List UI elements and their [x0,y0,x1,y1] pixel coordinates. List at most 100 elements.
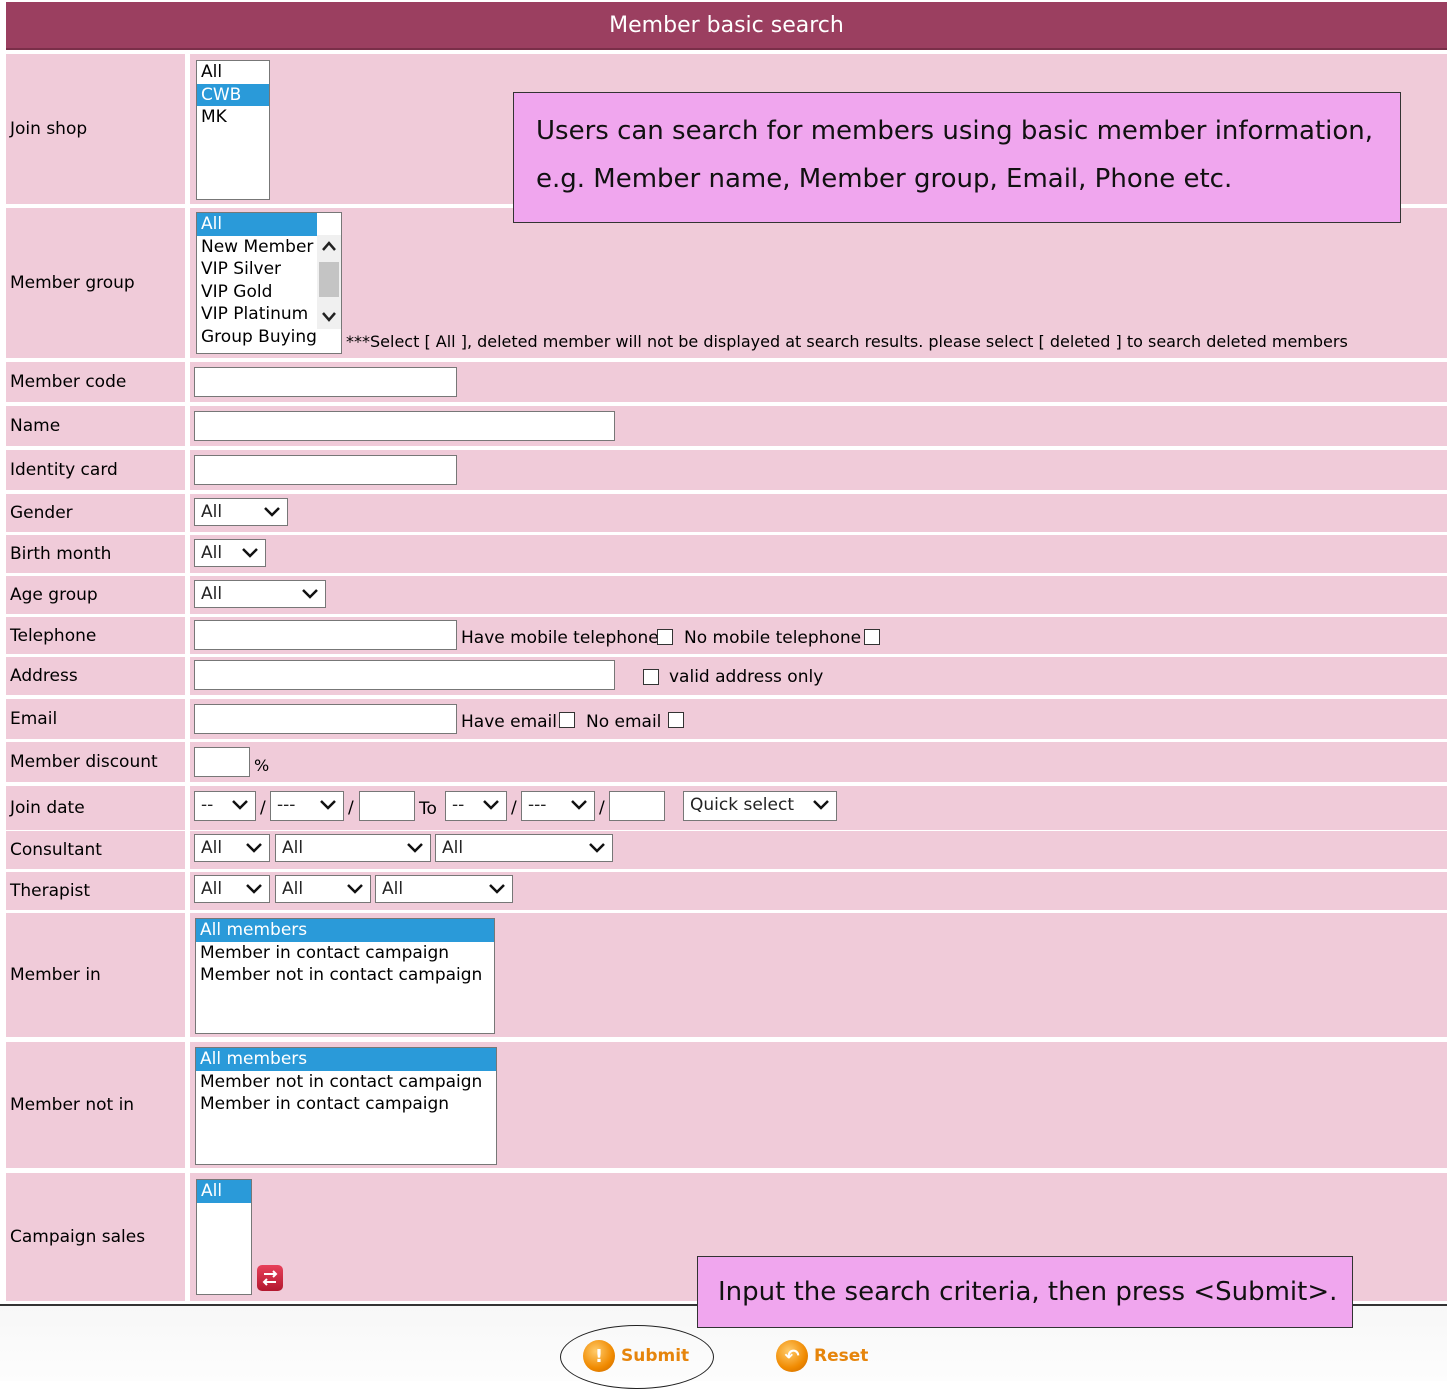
member-not-in-listbox[interactable]: All members Member not in contact campai… [195,1047,497,1165]
age-group-label: Age group [6,576,185,614]
consultant-select-3[interactable]: All [435,834,613,862]
consultant-value-2: All [282,838,304,858]
age-group-value: All [201,584,223,604]
from-day-select[interactable]: -- [194,791,256,821]
chevron-down-icon [346,879,364,899]
list-option[interactable]: All members [196,919,494,942]
member-group-listbox[interactable]: All New Member VIP Silver VIP Gold VIP P… [196,212,342,354]
campaign-sales-listbox[interactable]: All [196,1179,252,1295]
chevron-down-icon [588,838,606,858]
consultant-value-3: All [442,838,464,858]
have-email-label: Have email [461,712,558,732]
member-in-listbox[interactable]: All members Member in contact campaign M… [195,918,495,1034]
list-option[interactable]: CWB [197,83,269,106]
have-mobile-checkbox[interactable] [657,629,673,645]
identity-card-input[interactable] [194,455,457,485]
consultant-select-1[interactable]: All [194,834,270,862]
row-address: Address valid address only [6,657,1447,695]
address-input[interactable] [194,660,615,690]
to-day-select[interactable]: -- [445,791,507,821]
chevron-down-icon [245,838,263,858]
from-month-select[interactable]: --- [270,791,344,821]
consultant-select-2[interactable]: All [275,834,431,862]
quick-select-dropdown[interactable]: Quick select [683,791,837,821]
chevron-down-icon [319,795,337,815]
row-name: Name [6,406,1447,446]
page-title: Member basic search [6,2,1447,50]
list-option[interactable]: New Member [197,236,317,259]
therapist-value-3: All [382,879,404,899]
list-option[interactable]: Group Buying [197,326,317,349]
chevron-down-icon [812,795,830,815]
no-email-checkbox[interactable] [668,712,684,728]
gender-label: Gender [6,494,185,532]
row-birth-month: Birth month All [6,535,1447,573]
row-telephone: Telephone Have mobile telephone No mobil… [6,617,1447,654]
to-year-input[interactable] [609,791,665,821]
therapist-value-1: All [201,879,223,899]
member-code-input[interactable] [194,367,457,397]
list-option[interactable]: Member not in contact campaign [196,964,494,987]
age-group-select[interactable]: All [194,580,326,608]
address-label: Address [6,657,185,695]
email-input[interactable] [194,704,457,734]
list-option[interactable]: All [197,1180,251,1203]
list-option[interactable]: Member in contact campaign [196,942,494,965]
submit-label: Submit [621,1346,690,1366]
chevron-down-icon [231,795,249,815]
list-option[interactable]: VIP Platinum [197,303,317,326]
member-discount-label: Member discount [6,742,185,782]
to-month-select[interactable]: --- [521,791,595,821]
chevron-down-icon [488,879,506,899]
date-separator: / [260,798,266,818]
no-mobile-checkbox[interactable] [864,629,880,645]
swap-button[interactable] [257,1265,283,1291]
from-month-value: --- [277,795,296,815]
date-separator: / [511,798,517,818]
chevron-down-icon [245,879,263,899]
to-label: To [419,799,437,819]
therapist-select-1[interactable]: All [194,875,270,903]
swap-icon [262,1270,278,1286]
list-option[interactable]: MK [197,106,269,129]
callout-line: Users can search for members using basic… [536,116,1374,146]
therapist-select-2[interactable]: All [275,875,371,903]
row-member-in: Member in All members Member in contact … [6,913,1447,1037]
gender-select[interactable]: All [194,498,288,526]
to-month-value: --- [528,795,547,815]
row-join-date: Join date -- / --- / To -- / --- / Quick… [6,786,1447,830]
member-discount-input[interactable] [194,747,250,777]
row-identity-card: Identity card [6,450,1447,490]
telephone-input[interactable] [194,620,457,650]
list-option[interactable]: VIP Silver [197,258,317,281]
row-age-group: Age group All [6,576,1447,614]
submit-button[interactable]: ! Submit [583,1340,689,1372]
join-shop-listbox[interactable]: All CWB MK [196,60,270,200]
chevron-down-icon [482,795,500,815]
list-option[interactable]: VIP Gold [197,281,317,304]
list-option[interactable]: Member not in contact campaign [196,1071,496,1094]
reset-label: Reset [814,1346,869,1366]
list-option[interactable]: All members [196,1048,496,1071]
member-not-in-label: Member not in [6,1042,185,1168]
have-email-checkbox[interactable] [559,712,575,728]
list-option[interactable]: All [197,213,317,236]
callout-line: e.g. Member name, Member group, Email, P… [536,164,1233,194]
consultant-label: Consultant [6,831,185,869]
valid-address-checkbox[interactable] [643,669,659,685]
list-option[interactable]: Member in contact campaign [196,1093,496,1116]
list-option[interactable]: All [197,61,269,84]
name-input[interactable] [194,411,615,441]
row-therapist: Therapist All All All [6,872,1447,910]
birth-month-select[interactable]: All [194,539,266,567]
exclamation-icon: ! [583,1340,615,1372]
telephone-label: Telephone [6,617,185,654]
chevron-down-icon [241,543,259,563]
therapist-select-3[interactable]: All [375,875,513,903]
row-member-code: Member code [6,362,1447,402]
no-mobile-label: No mobile telephone [684,628,862,648]
from-year-input[interactable] [359,791,415,821]
row-member-not-in: Member not in All members Member not in … [6,1042,1447,1168]
reset-button[interactable]: ↶ Reset [776,1340,868,1372]
listbox-scrollbar[interactable] [317,235,341,329]
